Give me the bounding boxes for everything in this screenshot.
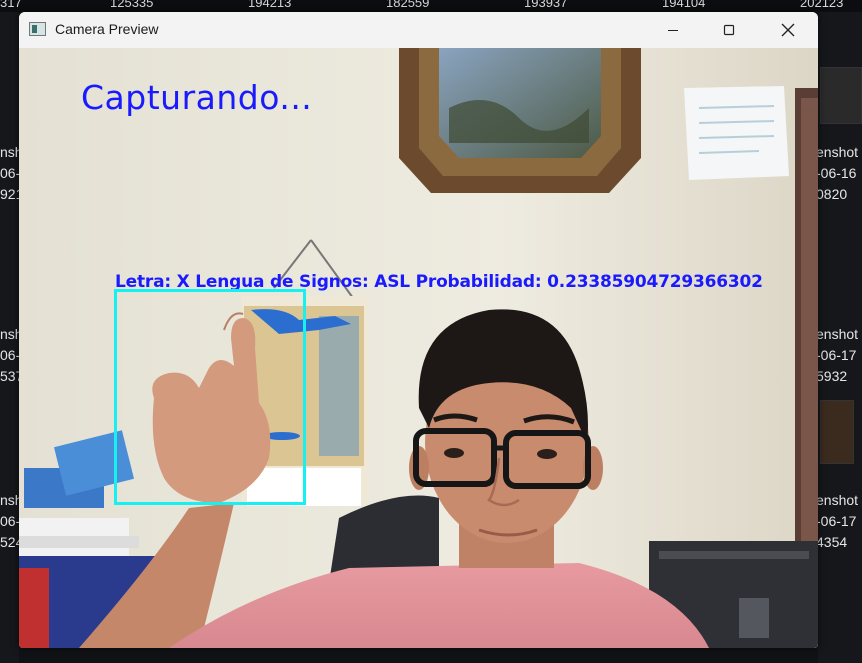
window-title: Camera Preview: [55, 21, 159, 37]
minimize-button[interactable]: [644, 12, 702, 48]
background-file-number: 125335: [110, 0, 154, 10]
maximize-button[interactable]: [700, 12, 758, 48]
background-thumbnail[interactable]: [820, 67, 862, 124]
background-file-number: 182559: [386, 0, 430, 10]
hand-detection-box: [114, 289, 306, 505]
maximize-icon: [723, 24, 735, 36]
background-file-number: 194104: [662, 0, 706, 10]
background-file-label[interactable]: enshot -06-17 5932: [816, 324, 858, 387]
capture-status-text: Capturando...: [81, 78, 313, 117]
background-file-number: 194213: [248, 0, 292, 10]
background-file-number: 317: [0, 0, 22, 10]
background-file-number: 193937: [524, 0, 568, 10]
background-file-number: 202123: [800, 0, 844, 10]
minimize-icon: [668, 30, 678, 31]
camera-feed: Capturando... Letra: X Lengua de Signos:…: [19, 48, 818, 648]
app-window-icon: [29, 22, 46, 36]
background-file-label[interactable]: enshot -06-17 4354: [816, 490, 858, 553]
close-icon: [781, 23, 795, 37]
background-file-label[interactable]: enshot -06-16 0820: [816, 142, 858, 205]
background-file-strip: 317 125335 194213 182559 193937 194104 2…: [0, 0, 862, 12]
close-button[interactable]: [759, 12, 817, 48]
title-bar[interactable]: Camera Preview: [19, 12, 818, 48]
background-thumbnail[interactable]: [820, 400, 854, 464]
camera-preview-window[interactable]: Camera Preview Capturando... Letra: X Le…: [19, 12, 818, 648]
